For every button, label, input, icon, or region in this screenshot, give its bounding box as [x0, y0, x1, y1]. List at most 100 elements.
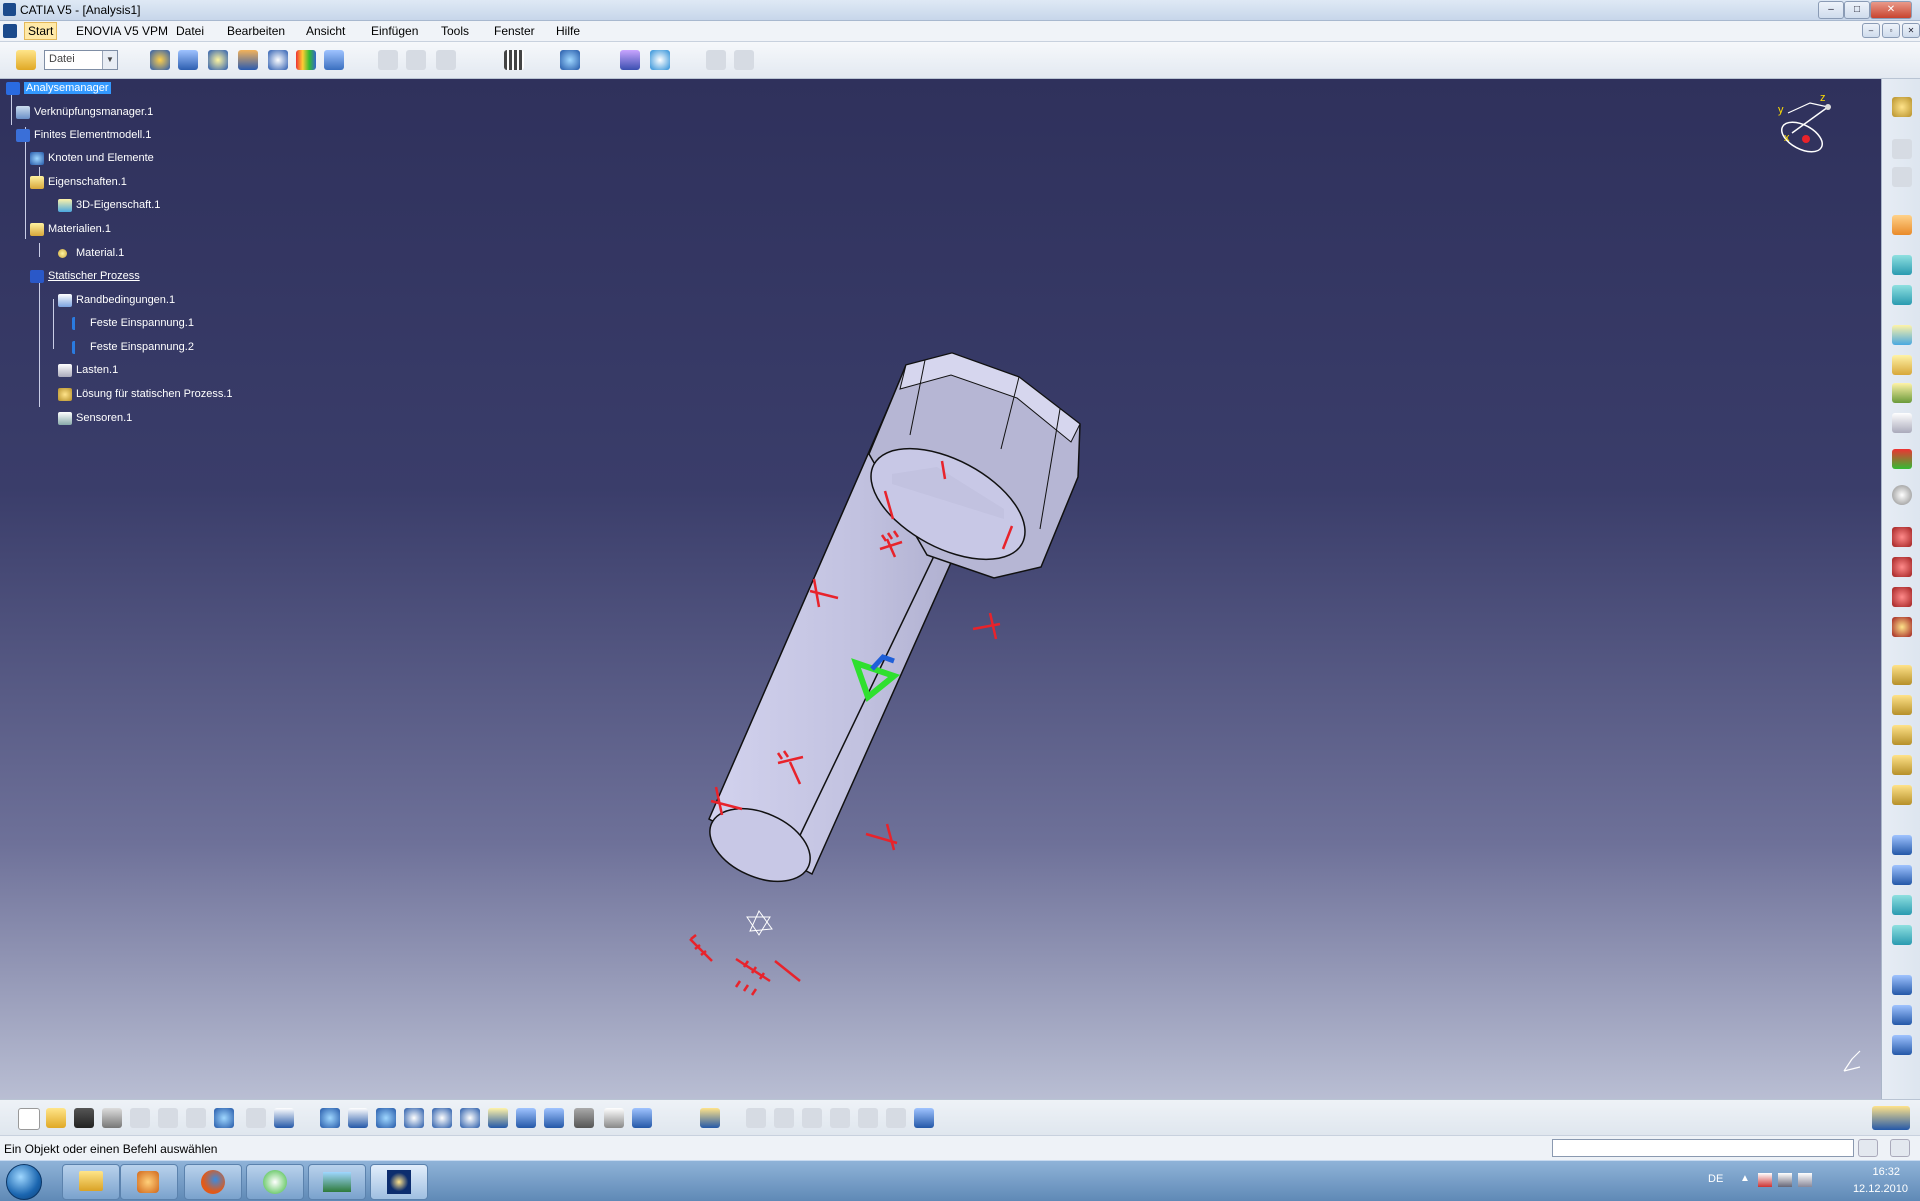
swap-space-icon[interactable] [632, 1108, 652, 1128]
clock-time[interactable]: 16:32 [1872, 1166, 1900, 1178]
taskbar-photo-viewer[interactable] [308, 1164, 366, 1200]
3d-viewport[interactable]: Analysemanager Verknüpfungsmanager.1 Fin… [0, 79, 1881, 1099]
fly-icon[interactable] [320, 1108, 340, 1128]
photo-viewer-icon [323, 1172, 351, 1192]
taskbar-catia[interactable] [370, 1164, 428, 1200]
settings-tool-icon[interactable] [914, 1108, 934, 1128]
restraint-tool-2-icon[interactable] [1892, 587, 1912, 607]
action-center-icon[interactable] [1758, 1173, 1772, 1187]
start-button[interactable] [6, 1164, 42, 1200]
virtual-part-2-icon[interactable] [1892, 1005, 1912, 1025]
menu-datei[interactable]: Datei [176, 24, 204, 38]
taskbar-explorer[interactable] [62, 1164, 120, 1200]
virtual-part-icon[interactable] [1892, 975, 1912, 995]
menu-einfuegen[interactable]: Einfügen [371, 24, 418, 38]
volume-icon[interactable] [1798, 1173, 1812, 1187]
normal-view-icon[interactable] [488, 1108, 508, 1128]
rotate-icon[interactable] [404, 1108, 424, 1128]
menu-ansicht[interactable]: Ansicht [306, 24, 345, 38]
menu-fenster[interactable]: Fenster [494, 24, 535, 38]
document-icon[interactable] [3, 24, 17, 38]
open-folder-icon[interactable] [16, 50, 36, 70]
menu-hilfe[interactable]: Hilfe [556, 24, 580, 38]
zoom-search-icon[interactable] [560, 50, 580, 70]
load-tool-5-icon[interactable] [1892, 785, 1912, 805]
part-render[interactable] [0, 79, 1881, 1099]
load-tool-1-icon[interactable] [1892, 665, 1912, 685]
light-bulb-icon[interactable] [208, 50, 228, 70]
virtual-part-3-icon[interactable] [1892, 1035, 1912, 1055]
command-input[interactable] [1552, 1139, 1854, 1157]
taskbar-icq[interactable] [246, 1164, 304, 1200]
command-button-2[interactable] [1890, 1139, 1910, 1157]
iso-view-icon[interactable] [544, 1108, 564, 1128]
analysis-tool-2-icon[interactable] [1892, 865, 1912, 885]
analysis-tool-1-icon[interactable] [1892, 835, 1912, 855]
clock-date[interactable]: 12.12.2010 [1853, 1183, 1908, 1195]
undo-icon[interactable] [214, 1108, 234, 1128]
doc-close-button[interactable]: ✕ [1902, 23, 1920, 38]
curve-icon[interactable] [238, 50, 258, 70]
doc-minimize-button[interactable]: – [1862, 23, 1880, 38]
shell-property-icon[interactable] [1892, 355, 1912, 375]
workbench-select[interactable]: Datei ▼ [44, 50, 118, 70]
pan-icon[interactable] [376, 1108, 396, 1128]
load-tool-4-icon[interactable] [1892, 755, 1912, 775]
menu-tools[interactable]: Tools [441, 24, 469, 38]
close-button[interactable]: ✕ [1870, 1, 1912, 19]
shading-icon[interactable] [574, 1108, 594, 1128]
color-map-icon[interactable] [296, 50, 316, 70]
disabled-right-2-icon [1892, 167, 1912, 187]
cut-icon [130, 1108, 150, 1128]
zoom-out-icon[interactable] [460, 1108, 480, 1128]
load-tool-3-icon[interactable] [1892, 725, 1912, 745]
sphere-icon[interactable] [1892, 485, 1912, 505]
sensor-icon[interactable] [620, 50, 640, 70]
fit-all-icon[interactable] [348, 1108, 368, 1128]
menu-bearbeiten[interactable]: Bearbeiten [227, 24, 285, 38]
copy-icon [158, 1108, 178, 1128]
copy-property-icon[interactable] [1892, 413, 1912, 433]
tree-icon[interactable] [700, 1108, 720, 1128]
taskbar-firefox[interactable] [184, 1164, 242, 1200]
wifi-icon[interactable] [650, 50, 670, 70]
open-icon[interactable] [46, 1108, 66, 1128]
chevron-up-icon[interactable]: ▲ [1740, 1173, 1750, 1184]
new-file-icon[interactable] [18, 1108, 40, 1130]
tools-icon[interactable] [324, 50, 344, 70]
menu-start[interactable]: Start [24, 22, 58, 40]
traffic-light-icon[interactable] [1892, 449, 1912, 469]
analysis-tool-3-icon[interactable] [1892, 895, 1912, 915]
mesh-triangle-2-icon[interactable] [1892, 285, 1912, 305]
restraint-tool-icon[interactable] [1892, 557, 1912, 577]
stack-icon[interactable] [1892, 383, 1912, 403]
minimize-button[interactable]: – [1818, 1, 1844, 19]
zoom-in-icon[interactable] [432, 1108, 452, 1128]
status-bar: Ein Objekt oder einen Befehl auswählen [0, 1135, 1920, 1160]
language-indicator[interactable]: DE [1708, 1173, 1723, 1185]
solve-icon[interactable] [1892, 97, 1912, 117]
3d-property-tool-icon[interactable] [1892, 325, 1912, 345]
multi-view-icon[interactable] [516, 1108, 536, 1128]
grid-icon[interactable] [504, 50, 524, 70]
maximize-button[interactable]: □ [1844, 1, 1870, 19]
doc-restore-button[interactable]: ▫ [1882, 23, 1900, 38]
print-icon[interactable] [102, 1108, 122, 1128]
select-arrow-icon[interactable] [1892, 215, 1912, 235]
whats-this-icon[interactable] [274, 1108, 294, 1128]
compass-icon[interactable]: y z x [1770, 93, 1840, 163]
clamp-tool-icon[interactable] [1892, 527, 1912, 547]
command-button-1[interactable] [1858, 1139, 1878, 1157]
analysis-tool-4-icon[interactable] [1892, 925, 1912, 945]
network-icon[interactable] [1778, 1173, 1792, 1187]
menu-enovia[interactable]: ENOVIA V5 VPM [76, 24, 168, 38]
mesh-icon[interactable] [178, 50, 198, 70]
analysis-icon[interactable] [150, 50, 170, 70]
taskbar-media-player[interactable] [120, 1164, 178, 1200]
hide-show-icon[interactable] [604, 1108, 624, 1128]
save-icon[interactable] [74, 1108, 94, 1128]
restraint-tool-3-icon[interactable] [1892, 617, 1912, 637]
mesh-triangle-icon[interactable] [1892, 255, 1912, 275]
load-tool-2-icon[interactable] [1892, 695, 1912, 715]
gear-icon[interactable] [268, 50, 288, 70]
